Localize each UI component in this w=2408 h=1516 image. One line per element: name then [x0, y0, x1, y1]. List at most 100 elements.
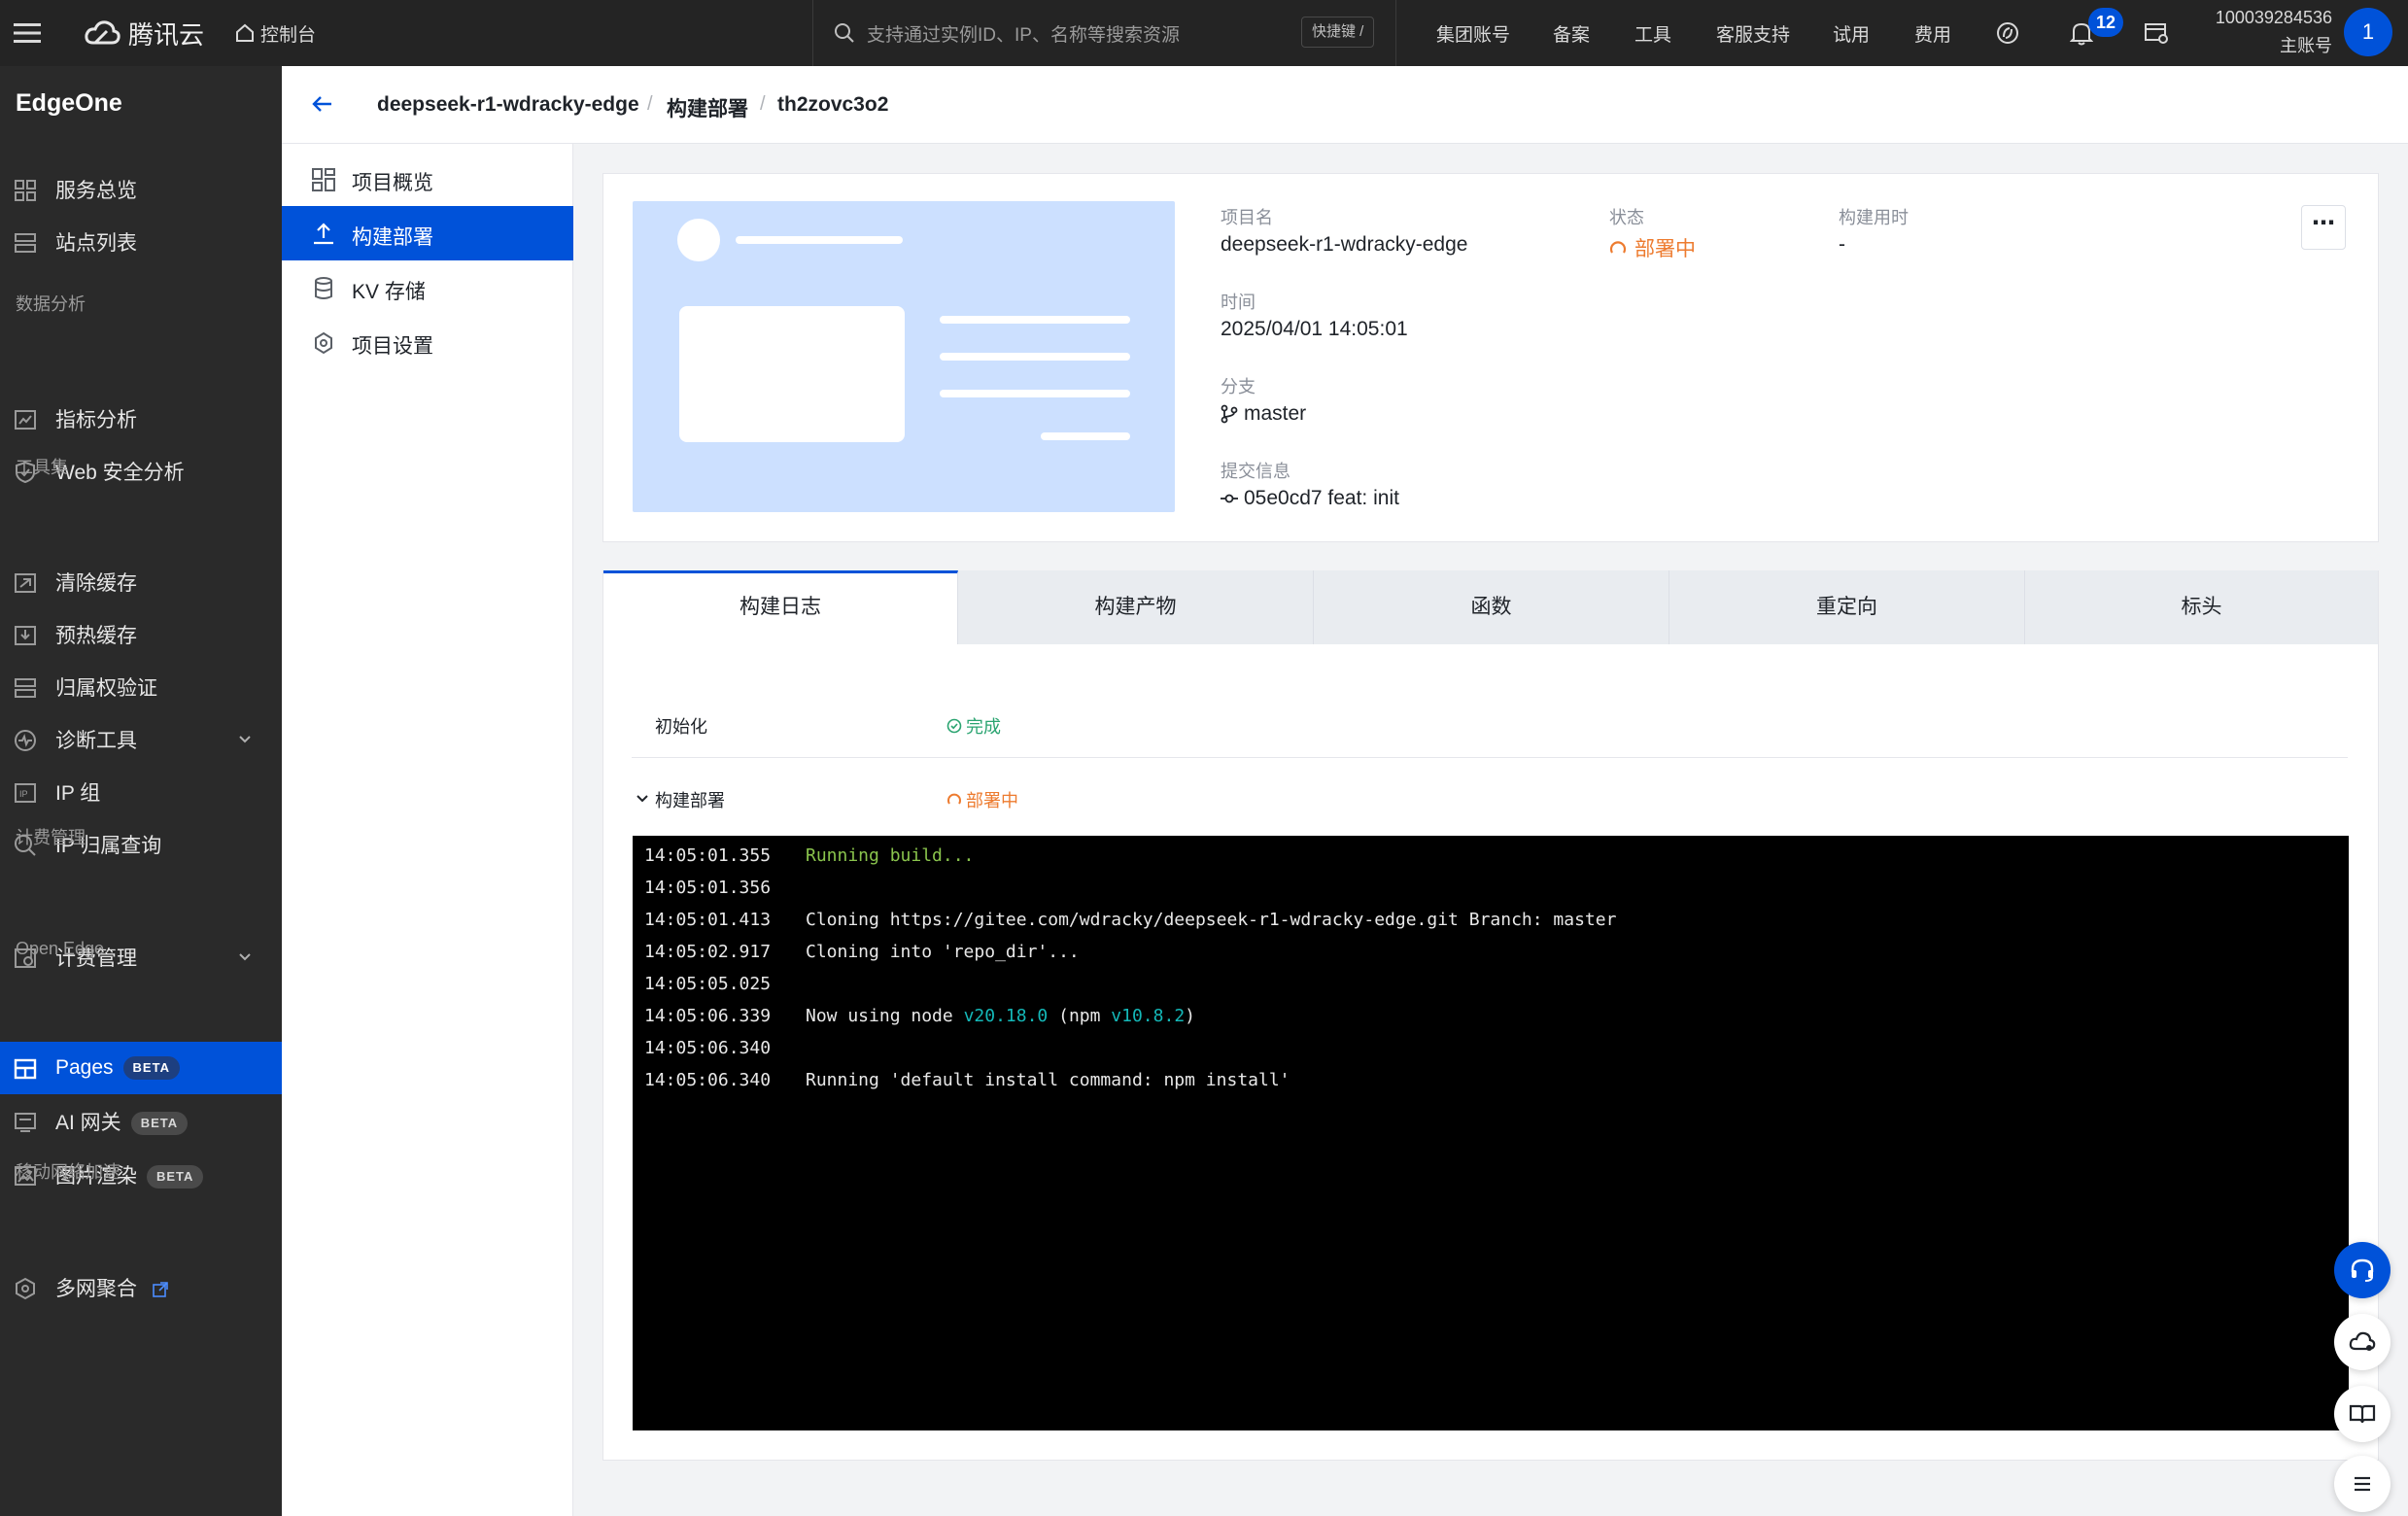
breadcrumb-deployment: th2zovc3o2: [777, 93, 889, 116]
sidebar-item-multinet[interactable]: 多网聚合: [0, 1261, 282, 1314]
preview-placeholder-illustration: [677, 219, 1130, 442]
log-npm-version: v10.8.2: [1111, 1006, 1186, 1026]
pages-label: Pages: [55, 1055, 114, 1079]
breadcrumb-project[interactable]: deepseek-r1-wdracky-edge: [377, 93, 639, 117]
bell-icon[interactable]: [2070, 0, 2093, 66]
loading-icon: [1609, 241, 1627, 254]
step-label: 构建部署: [655, 791, 725, 810]
back-arrow-icon[interactable]: [311, 92, 334, 116]
subnav-label: 项目概览: [352, 172, 433, 194]
commit-label: 提交信息: [1221, 462, 1290, 481]
sidebar-item-pages[interactable]: Pages BETA: [0, 1042, 282, 1094]
sidebar-item-ownership[interactable]: 归属权验证: [0, 661, 282, 713]
time-value: 2025/04/01 14:05:01: [1221, 318, 1408, 340]
group-account-link[interactable]: 集团账号: [1436, 0, 1510, 66]
sidebar-item-sites[interactable]: 站点列表: [0, 216, 282, 268]
divider: [812, 0, 813, 66]
more-actions-button[interactable]: ⋯: [2301, 205, 2346, 250]
page-header: deepseek-r1-wdracky-edge / 构建部署 / th2zov…: [282, 66, 2408, 144]
support-link[interactable]: 客服支持: [1716, 0, 1790, 66]
sidebar-item-ipgroup[interactable]: IP IP 组: [0, 766, 282, 818]
list-icon: [2355, 1476, 2370, 1492]
step-status: 完成: [946, 713, 1001, 739]
tab-functions[interactable]: 函数: [1314, 570, 1669, 644]
sidebar-item-label: 服务总览: [55, 180, 137, 202]
billing-link[interactable]: 费用: [1914, 0, 1951, 66]
overview-icon: [312, 168, 335, 191]
subnav-item-overview[interactable]: 项目概览: [282, 152, 573, 206]
sidebar-item-prefetch[interactable]: 预热缓存: [0, 608, 282, 661]
step-status-text: 完成: [966, 717, 1001, 737]
subnav-label: KV 存储: [352, 281, 426, 303]
tab-build-log[interactable]: 构建日志: [603, 570, 958, 644]
log-text: Now using node: [806, 1006, 964, 1026]
log-line: 14:05:01.355 Running build...: [644, 845, 974, 878]
log-text: Cloning https://gitee.com/wdracky/deepse…: [806, 910, 1617, 930]
brand-name: 腾讯云: [128, 19, 205, 50]
chevron-down-icon: [239, 736, 251, 743]
sidebar-item-metrics[interactable]: 指标分析: [0, 393, 282, 445]
docs-button[interactable]: [2334, 1386, 2391, 1442]
search-icon: [835, 23, 854, 43]
subnav-item-build-deploy[interactable]: 构建部署: [282, 206, 573, 260]
subnav-label: 构建部署: [352, 226, 433, 249]
settings-icon: [315, 331, 332, 355]
avatar[interactable]: 1: [2344, 8, 2392, 56]
database-icon: [315, 277, 332, 299]
dashboard-icon: [15, 180, 36, 201]
step-row-init: 初始化 完成: [632, 690, 2348, 758]
sidebar-item-label: IP 组: [55, 782, 101, 805]
console-link[interactable]: 控制台: [235, 0, 316, 66]
step-row-deploy[interactable]: 构建部署 部署中: [632, 764, 2348, 832]
upload-icon: [314, 223, 333, 245]
project-name-label: 项目名: [1221, 208, 1273, 227]
trial-link[interactable]: 试用: [1833, 0, 1870, 66]
status-value: 部署中: [1609, 233, 1696, 262]
console-label: 控制台: [260, 24, 317, 46]
step-status: 部署中: [946, 787, 1018, 812]
chevron-down-icon[interactable]: [636, 792, 649, 806]
log-line: 14:05:06.339 Now using node v20.18.0 (npm…: [644, 1006, 1195, 1038]
branch-value: master: [1221, 402, 1306, 426]
tab-redirects[interactable]: 重定向: [1669, 570, 2025, 644]
sidebar-item-purge[interactable]: 清除缓存: [0, 556, 282, 608]
sidebar-item-label: 清除缓存: [55, 572, 137, 595]
subnav-item-kv[interactable]: KV 存储: [282, 260, 573, 315]
account-info[interactable]: 100039284536 主账号: [2206, 8, 2332, 57]
tools-link[interactable]: 工具: [1634, 0, 1671, 66]
site-preview-thumbnail: [633, 201, 1175, 512]
cloud-assistant-button[interactable]: [2334, 1314, 2391, 1370]
sidebar-item-overview[interactable]: 服务总览: [0, 163, 282, 216]
project-name-value: deepseek-r1-wdracky-edge: [1221, 233, 1468, 256]
breadcrumb-section[interactable]: 构建部署: [667, 93, 748, 122]
menu-list-button[interactable]: [2334, 1456, 2391, 1512]
sidebar: EdgeOne 服务总览 站点列表 数据分析 指标分析 Web 安全分析 工具集…: [0, 66, 282, 1516]
sidebar-item-diagnose[interactable]: 诊断工具: [0, 713, 282, 766]
tab-headers[interactable]: 标头: [2025, 570, 2378, 644]
brand-logo[interactable]: 腾讯云: [84, 0, 204, 66]
purge-icon: [15, 573, 36, 593]
account-id: 100039284536: [2215, 8, 2332, 27]
sidebar-item-ai-gateway[interactable]: AI 网关 BETA: [0, 1095, 282, 1148]
build-log-terminal[interactable]: 14:05:01.355 Running build... 14:05:01.35…: [633, 836, 2349, 1430]
beta-badge: BETA: [122, 1056, 180, 1081]
subnav-item-settings[interactable]: 项目设置: [282, 315, 573, 369]
git-commit-icon: [1221, 494, 1238, 503]
assistant-icon[interactable]: [1996, 0, 2019, 66]
gateway-icon: [15, 1113, 36, 1132]
icp-link[interactable]: 备案: [1553, 0, 1590, 66]
log-time: 14:05:01.355: [644, 845, 772, 866]
workorder-icon[interactable]: [2144, 0, 2169, 66]
menu-icon[interactable]: [14, 0, 41, 66]
log-line: 14:05:05.025: [644, 974, 806, 1006]
chevron-down-icon: [239, 953, 251, 961]
log-text: Running build...: [806, 845, 975, 866]
log-line: 14:05:06.340: [644, 1038, 806, 1070]
tab-build-artifacts[interactable]: 构建产物: [958, 570, 1314, 644]
build-time-label: 构建用时: [1839, 208, 1909, 227]
branch-text: master: [1244, 402, 1307, 425]
customer-service-button[interactable]: [2334, 1242, 2391, 1298]
top-bar: 腾讯云 控制台 支持通过实例ID、IP、名称等搜索资源 快捷键 / 集团账号 备…: [0, 0, 2408, 66]
step-label: 初始化: [655, 717, 707, 737]
search-input[interactable]: 支持通过实例ID、IP、名称等搜索资源: [834, 0, 1378, 66]
